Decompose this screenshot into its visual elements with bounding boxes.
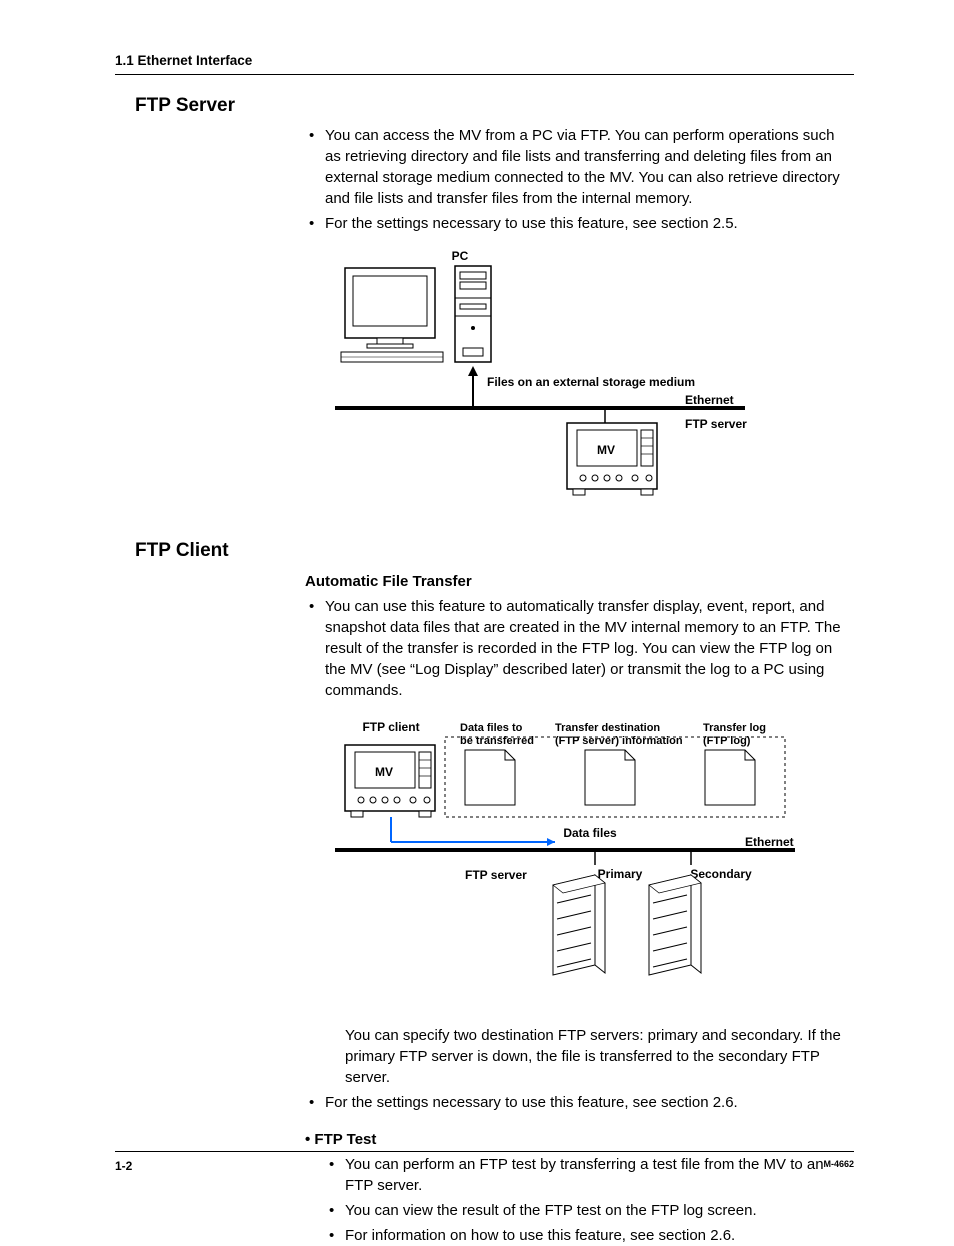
- ethernet-label: Ethernet: [685, 393, 734, 407]
- document-id: M-4662: [823, 1158, 854, 1175]
- server-tower-icon: [649, 875, 701, 975]
- ethernet-label: Ethernet: [745, 835, 794, 849]
- ftp-client-label: FTP client: [362, 720, 419, 734]
- list-item: For information on how to use this featu…: [325, 1225, 854, 1246]
- arrow-right-icon: [547, 838, 555, 846]
- pc-label: PC: [452, 249, 469, 263]
- computer-monitor-icon: [341, 268, 443, 362]
- ftp-client-diagram: FTP client MV: [305, 715, 854, 1001]
- auto-transfer-heading: Automatic File Transfer: [305, 571, 854, 592]
- list-item: For the settings necessary to use this f…: [305, 213, 854, 234]
- two-servers-note: You can specify two destination FTP serv…: [345, 1025, 854, 1088]
- ftp-server-heading: FTP Server: [135, 93, 854, 120]
- data-files-label: Data files: [563, 826, 617, 840]
- mv-device-icon: MV: [567, 423, 657, 495]
- server-tower-icon: [553, 875, 605, 975]
- list-item: You can access the MV from a PC via FTP.…: [305, 125, 854, 209]
- datafiles-heading-line2: be transferred: [460, 735, 534, 747]
- document-page: 1.1 Ethernet Interface FTP Server You ca…: [0, 0, 954, 1235]
- arrow-up-icon: [468, 366, 478, 408]
- ftp-server-content: You can access the MV from a PC via FTP.…: [305, 125, 854, 514]
- running-header: 1.1 Ethernet Interface: [115, 52, 854, 75]
- list-item: You can use this feature to automaticall…: [305, 596, 854, 701]
- document-icon: [465, 750, 515, 805]
- ftp-server-diagram: PC: [305, 248, 854, 514]
- list-item: You can view the result of the FTP test …: [325, 1200, 854, 1221]
- ftp-server-role-label: FTP server: [685, 417, 747, 431]
- secondary-label: Secondary: [690, 867, 752, 881]
- dest-heading-line1: Transfer destination: [555, 722, 660, 734]
- mv-device-icon: MV: [345, 745, 435, 817]
- auto-transfer-bullets: You can use this feature to automaticall…: [305, 596, 854, 701]
- log-heading-line2: (FTP log): [703, 735, 751, 747]
- ftp-server-bullets: You can access the MV from a PC via FTP.…: [305, 125, 854, 234]
- log-heading-line1: Transfer log: [703, 722, 766, 734]
- dest-heading-line2: (FTP server) information: [555, 735, 683, 747]
- ftp-client-content: Automatic File Transfer You can use this…: [305, 571, 854, 1246]
- primary-label: Primary: [598, 867, 643, 881]
- settings-bullet-list: For the settings necessary to use this f…: [305, 1092, 854, 1113]
- document-icon: [585, 750, 635, 805]
- page-number: 1-2: [115, 1158, 132, 1175]
- ftp-server-label: FTP server: [465, 868, 527, 882]
- datafiles-heading-line1: Data files to: [460, 722, 523, 734]
- ftp-test-heading: FTP Test: [305, 1129, 854, 1150]
- mv-label: MV: [375, 765, 393, 779]
- document-icon: [705, 750, 755, 805]
- mv-label: MV: [597, 443, 615, 457]
- ftp-client-heading: FTP Client: [135, 538, 854, 565]
- files-label: Files on an external storage medium: [487, 375, 695, 389]
- list-item: For the settings necessary to use this f…: [305, 1092, 854, 1113]
- computer-tower-icon: [455, 266, 491, 362]
- page-footer: 1-2 M-4662: [115, 1151, 854, 1175]
